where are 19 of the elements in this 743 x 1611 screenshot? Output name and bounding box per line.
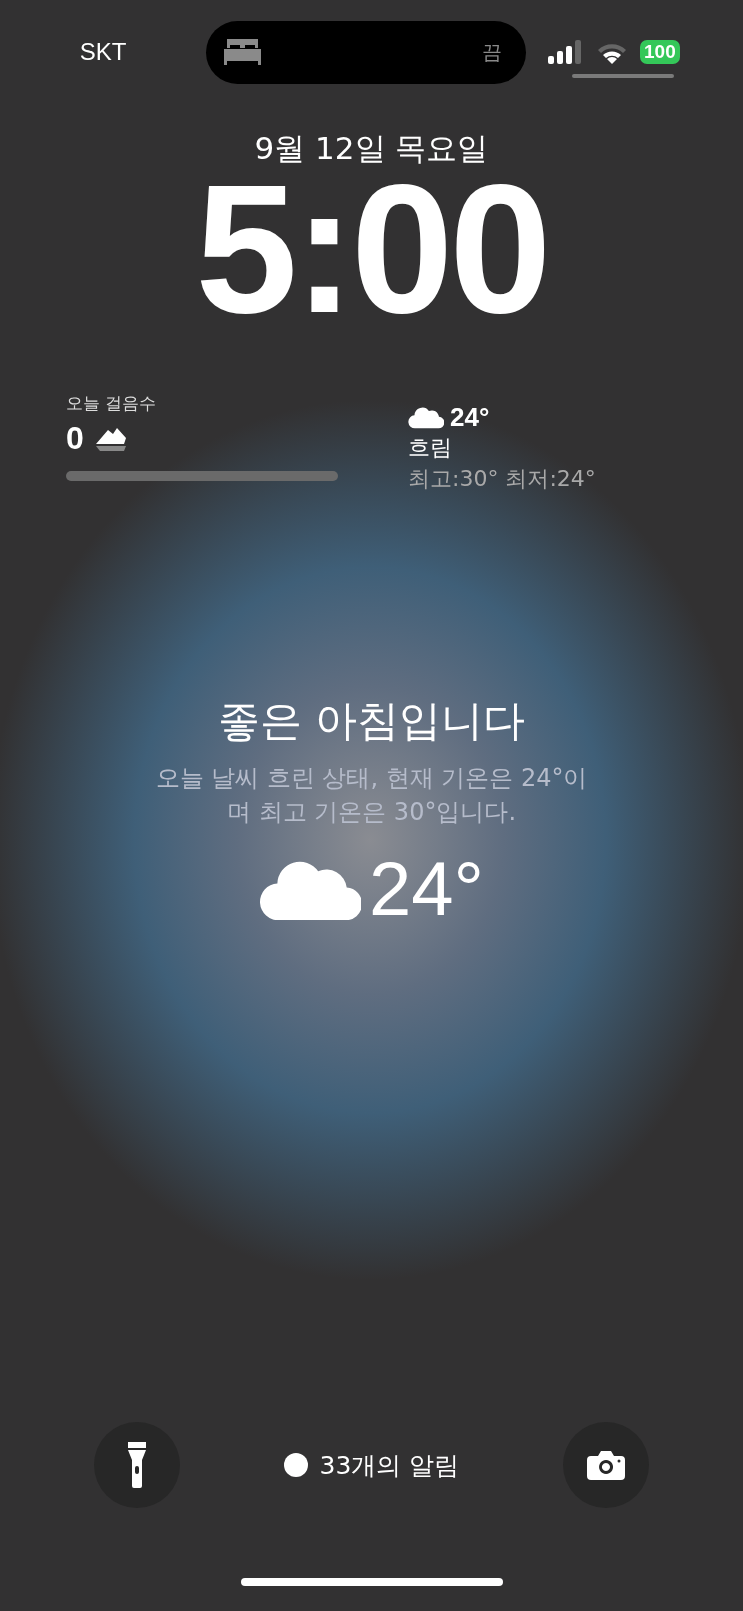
battery-indicator: 100: [640, 40, 680, 64]
current-temperature: 24°: [369, 845, 484, 932]
temperature-label: 24°: [450, 402, 490, 433]
cloud-icon: [408, 406, 444, 429]
focus-status: 끔: [482, 38, 502, 66]
condition-label: 흐림: [408, 434, 453, 462]
widget-title: 오늘 걸음수: [66, 392, 158, 414]
signal-icon: [548, 40, 584, 64]
flashlight-icon: [126, 1442, 147, 1488]
bed-icon: [224, 39, 261, 65]
camera-icon: [587, 1450, 626, 1480]
carrier-label: SKT: [78, 38, 128, 66]
temperature-range: 최고:30° 최저:24°: [408, 465, 596, 493]
date-label: 9월 12일 목요일: [254, 129, 489, 168]
weather-summary: 오늘 날씨 흐린 상태, 현재 기온은 24°이며 최고 기온은 30°입니다.: [154, 763, 589, 828]
time-label: 5:00: [195, 168, 548, 328]
notifications-button[interactable]: 33개의 알림: [283, 1448, 460, 1482]
step-count: 0: [66, 420, 84, 457]
greeting-title: 좋은 아침입니다: [217, 695, 526, 747]
